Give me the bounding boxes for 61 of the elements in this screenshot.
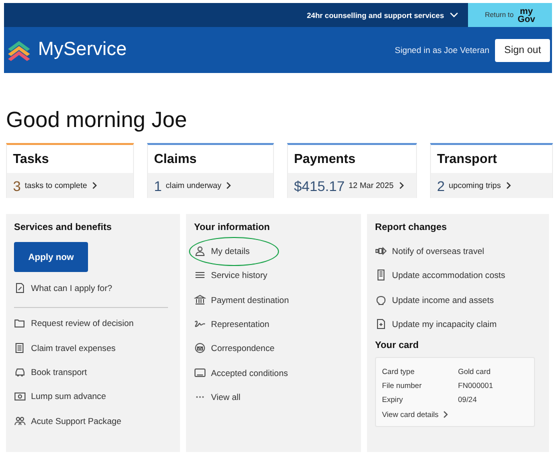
menu-link[interactable]: What can I apply for?: [14, 276, 112, 300]
chevron-icon: [442, 410, 449, 419]
menu-link[interactable]: Correspondence: [194, 336, 275, 360]
chevron-icon: [225, 181, 232, 190]
card-title: Transport: [436, 150, 498, 168]
list-icon: [14, 342, 26, 354]
card-title: Tasks: [12, 150, 50, 168]
panel-title: Services and benefits: [14, 222, 112, 233]
card-number: $415.17: [294, 178, 345, 194]
app-name: MyService: [38, 39, 127, 61]
apply-now-button[interactable]: Apply now: [14, 242, 88, 272]
banknote-icon: [14, 390, 26, 402]
card-text: claim underway: [166, 181, 222, 190]
menu-link[interactable]: Update accommodation costs: [375, 263, 506, 288]
card-text: tasks to complete: [24, 181, 88, 190]
menu-link[interactable]: View all: [194, 384, 240, 410]
menu-link[interactable]: Lump sum advance: [14, 384, 106, 408]
sign-out-button[interactable]: Sign out: [495, 38, 550, 62]
people-icon: [14, 414, 26, 427]
menu-link[interactable]: Accepted conditions: [194, 360, 288, 385]
menu-link[interactable]: My details: [194, 239, 250, 264]
card-title: Claims: [153, 150, 198, 168]
chevron-icon: [398, 181, 405, 190]
menu-link[interactable]: Claim travel expenses: [14, 336, 116, 360]
card-title: Payments: [293, 150, 356, 168]
menu-link[interactable]: Update income and assets: [375, 288, 494, 312]
panel-title: Your card: [375, 340, 419, 352]
menu-link[interactable]: Notify of overseas travel: [375, 239, 484, 264]
summary-card[interactable]: Transport 2 upcoming trips: [430, 143, 553, 198]
card-text: 12 Mar 2025: [348, 181, 394, 190]
chevron-icon: [91, 181, 98, 190]
logo-icon: [6, 39, 32, 61]
folder-icon: [14, 317, 26, 330]
menu-link[interactable]: Representation: [194, 312, 270, 336]
chevron-icon: [504, 181, 512, 190]
summary-card[interactable]: Tasks 3 tasks to complete: [6, 143, 134, 198]
arrow-icon: [375, 245, 387, 258]
card-number: 2: [437, 178, 445, 194]
panel-title: Report changes: [375, 222, 447, 233]
menu-link[interactable]: Payment destination: [194, 288, 289, 312]
menu-link[interactable]: Acute Support Package: [14, 408, 122, 433]
menu-link[interactable]: Service history: [194, 263, 268, 288]
summary-card[interactable]: Claims 1 claim underway: [147, 143, 274, 198]
bank-icon: [194, 294, 206, 306]
menu-link[interactable]: Update my incapacity claim: [375, 312, 497, 336]
card-text: upcoming trips: [448, 181, 501, 190]
car-icon: [14, 366, 26, 378]
envelope-icon: [194, 342, 206, 354]
monitor-icon: [194, 366, 206, 379]
card-number: 1: [154, 178, 162, 194]
card-number: 3: [13, 178, 21, 194]
menu-link[interactable]: Request review of decision: [14, 311, 134, 336]
greeting: Good morning Joe: [6, 106, 188, 134]
person-icon: [194, 245, 206, 258]
document-icon: [14, 282, 26, 294]
signed-in-text: Signed in as Joe Veteran: [394, 45, 490, 55]
menu-link[interactable]: Book transport: [14, 360, 87, 384]
document-icon: [375, 318, 387, 330]
summary-card[interactable]: Payments $415.17 12 Mar 2025: [287, 143, 417, 198]
panel-title: Your information: [194, 222, 270, 233]
chevron-down-icon: [449, 11, 459, 19]
